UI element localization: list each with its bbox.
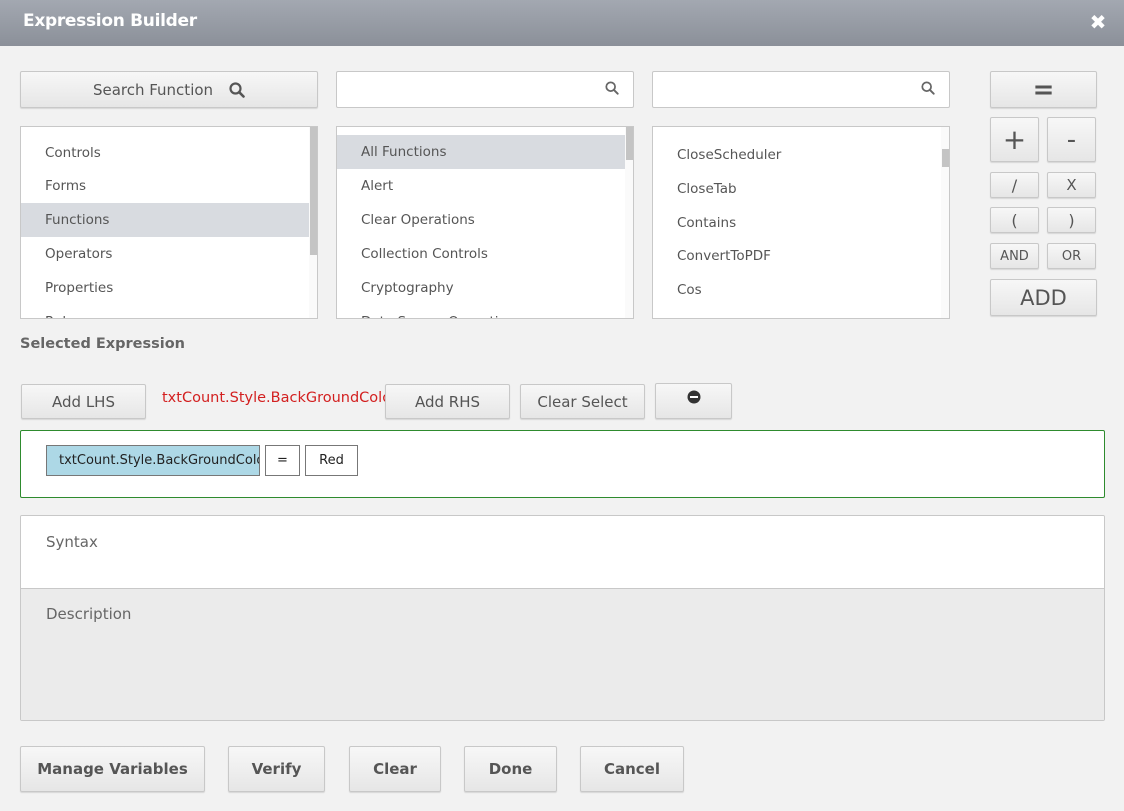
function-group-scrollbar[interactable] xyxy=(625,127,633,318)
expression-area: txtCount.Style.BackGroundColor = Red xyxy=(20,430,1105,498)
minus-button[interactable]: - xyxy=(1047,117,1096,162)
verify-button[interactable]: Verify xyxy=(228,746,325,792)
function-search xyxy=(652,71,950,108)
and-button[interactable]: AND xyxy=(990,243,1039,269)
open-paren-button[interactable]: ( xyxy=(990,207,1039,233)
divide-button[interactable]: / xyxy=(990,172,1039,198)
cancel-button[interactable]: Cancel xyxy=(580,746,684,792)
window-title: Expression Builder xyxy=(23,11,197,31)
add-rhs-button[interactable]: Add RHS xyxy=(385,384,510,419)
function-group-search-input[interactable] xyxy=(337,72,633,107)
search-icon xyxy=(229,81,245,98)
description-label: Description xyxy=(46,605,132,623)
category-scrollbar[interactable] xyxy=(309,127,317,318)
function-list: CloseScheduler CloseTab Contains Convert… xyxy=(652,126,950,319)
remove-button[interactable] xyxy=(655,383,732,419)
syntax-area: Syntax xyxy=(21,516,1104,589)
search-icon xyxy=(921,81,935,95)
scrollbar-thumb[interactable] xyxy=(310,127,317,255)
lhs-token[interactable]: txtCount.Style.BackGroundColor xyxy=(46,445,260,476)
list-item[interactable]: Contains xyxy=(653,206,943,240)
function-search-input[interactable] xyxy=(653,72,949,107)
list-item[interactable]: Forms xyxy=(21,169,311,203)
list-item[interactable]: Alert xyxy=(337,169,627,203)
list-item[interactable]: Functions xyxy=(21,203,311,237)
close-icon[interactable]: ✖ xyxy=(1088,10,1108,34)
list-item[interactable]: Count xyxy=(653,307,943,318)
operator-token[interactable]: = xyxy=(265,445,300,476)
list-item[interactable]: ConvertToPDF xyxy=(653,239,943,273)
add-lhs-button[interactable]: Add LHS xyxy=(21,384,146,419)
scrollbar-thumb[interactable] xyxy=(626,127,633,160)
add-button[interactable]: ADD xyxy=(990,279,1097,316)
minus-circle-icon xyxy=(687,390,700,404)
search-icon xyxy=(605,81,619,95)
list-item[interactable]: Rules xyxy=(21,305,311,318)
search-function-label: Search Function xyxy=(92,80,214,99)
function-group-search xyxy=(336,71,634,108)
plus-button[interactable]: + xyxy=(990,117,1039,162)
category-list: Controls Forms Functions Operators Prope… xyxy=(20,126,318,319)
list-item[interactable]: Collection Controls xyxy=(337,237,627,271)
scrollbar-thumb[interactable] xyxy=(942,149,949,167)
list-item[interactable]: Cos xyxy=(653,273,943,307)
lhs-value: txtCount.Style.BackGroundColor xyxy=(162,390,398,406)
list-item[interactable]: Cryptography xyxy=(337,271,627,305)
selected-expression-label: Selected Expression xyxy=(20,336,186,352)
done-button[interactable]: Done xyxy=(464,746,557,792)
list-item[interactable]: CloseScheduler xyxy=(653,138,943,172)
list-item[interactable]: Properties xyxy=(21,271,311,305)
title-bar: Expression Builder ✖ xyxy=(0,0,1124,46)
list-item[interactable]: Data Source Operations xyxy=(337,305,627,318)
syntax-label: Syntax xyxy=(46,533,98,551)
list-item[interactable]: CloseTab xyxy=(653,172,943,206)
manage-variables-button[interactable]: Manage Variables xyxy=(20,746,205,792)
equals-button[interactable]: = xyxy=(990,71,1097,108)
clear-select-button[interactable]: Clear Select xyxy=(520,384,645,419)
or-button[interactable]: OR xyxy=(1047,243,1096,269)
list-item[interactable]: Clear Operations xyxy=(337,203,627,237)
list-item[interactable]: All Functions xyxy=(337,135,627,169)
list-item[interactable]: Operators xyxy=(21,237,311,271)
info-panel: Syntax Description xyxy=(20,515,1105,721)
search-function-button[interactable]: Search Function xyxy=(20,71,318,108)
rhs-token[interactable]: Red xyxy=(305,445,358,476)
function-group-list: All Functions Alert Clear Operations Col… xyxy=(336,126,634,319)
list-item[interactable]: Controls xyxy=(21,136,311,170)
clear-button[interactable]: Clear xyxy=(349,746,441,792)
multiply-button[interactable]: X xyxy=(1047,172,1096,198)
function-scrollbar[interactable] xyxy=(941,127,949,318)
description-area: Description xyxy=(21,589,1104,720)
close-paren-button[interactable]: ) xyxy=(1047,207,1096,233)
